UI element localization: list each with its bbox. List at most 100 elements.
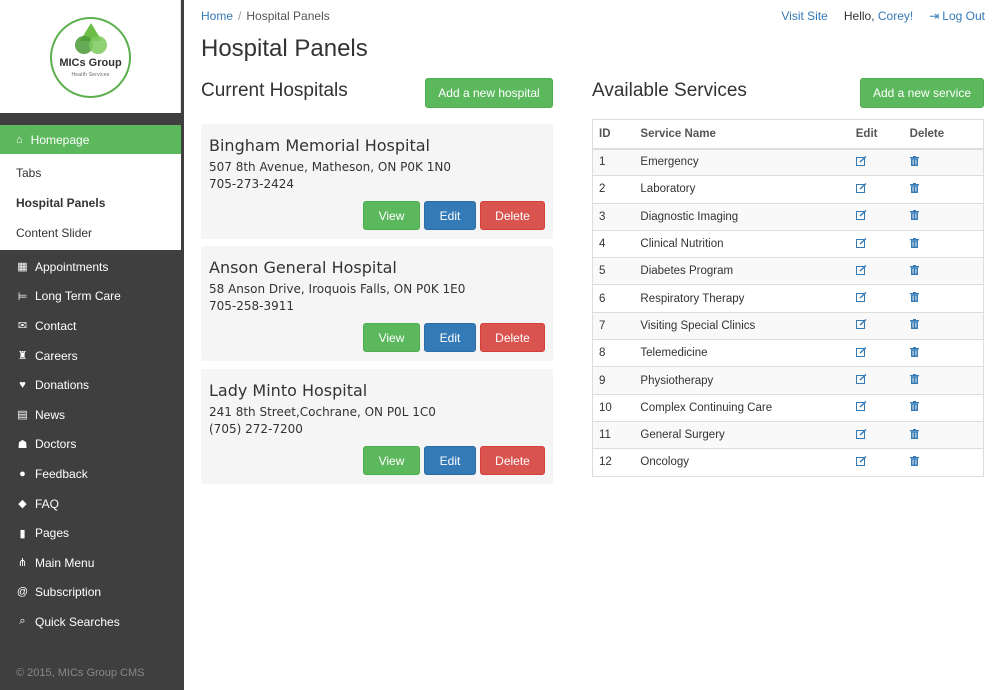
edit-cell	[849, 284, 904, 313]
edit-cell	[849, 257, 904, 285]
view-hospital-button[interactable]: View	[363, 201, 420, 230]
at-icon: @	[16, 586, 29, 599]
trash-icon[interactable]	[909, 182, 919, 196]
sidebar-item-subscription[interactable]: @ Subscription	[0, 578, 184, 608]
edit-icon[interactable]	[855, 455, 867, 469]
sidebar: MICs Group Health Services ⌂ Homepage Ta…	[0, 0, 184, 690]
logo[interactable]: MICs Group Health Services	[50, 17, 131, 98]
column-header-edit: Edit	[849, 119, 904, 150]
trash-icon[interactable]	[909, 237, 919, 251]
edit-icon[interactable]	[855, 346, 867, 360]
hospital-name: Lady Minto Hospital	[209, 381, 368, 400]
logout-link[interactable]: ⇥ Log Out	[929, 9, 985, 23]
trash-icon[interactable]	[909, 455, 919, 469]
edit-hospital-button[interactable]: Edit	[424, 201, 476, 230]
edit-icon[interactable]	[855, 292, 867, 305]
delete-hospital-button[interactable]: Delete	[480, 201, 545, 230]
sidebar-item-quick-searches[interactable]: ⌕ Quick Searches	[0, 607, 184, 637]
service-id: 6	[592, 284, 635, 313]
visit-site-link[interactable]: Visit Site	[781, 9, 827, 23]
edit-icon[interactable]	[855, 264, 867, 278]
sidebar-item-feedback[interactable]: ● Feedback	[0, 459, 184, 489]
sidebar-item-label: Feedback	[35, 466, 88, 481]
breadcrumb-separator: /	[238, 9, 242, 23]
sidebar-item-main-menu[interactable]: ⋔ Main Menu	[0, 548, 184, 578]
edit-icon[interactable]	[855, 210, 867, 223]
edit-cell	[849, 366, 904, 395]
service-id: 8	[592, 339, 635, 367]
edit-icon[interactable]	[855, 182, 867, 196]
service-id: 10	[592, 393, 635, 422]
add-service-button[interactable]: Add a new service	[860, 78, 984, 108]
edit-icon[interactable]	[855, 155, 867, 169]
table-row: 7 Visiting Special Clinics	[592, 311, 984, 340]
delete-cell	[903, 284, 984, 313]
table-row: 10 Complex Continuing Care	[592, 393, 984, 422]
edit-hospital-button[interactable]: Edit	[424, 323, 476, 352]
trash-icon[interactable]	[909, 374, 919, 387]
sidebar-item-homepage[interactable]: ⌂ Homepage	[0, 125, 181, 154]
trash-icon[interactable]	[909, 319, 919, 332]
service-id: 5	[592, 257, 635, 285]
edit-cell	[849, 448, 904, 477]
sidebar-item-donations[interactable]: ♥ Donations	[0, 370, 184, 400]
subnav-item-tabs[interactable]: Tabs	[0, 158, 181, 188]
service-name: Clinical Nutrition	[634, 229, 850, 258]
edit-icon[interactable]	[855, 373, 867, 387]
view-hospital-button[interactable]: View	[363, 323, 420, 352]
edit-cell	[849, 175, 904, 204]
edit-icon[interactable]	[855, 401, 867, 414]
services-table: ID Service Name Edit Delete 1 Emergency 2 L…	[592, 119, 984, 477]
sidebar-item-label: FAQ	[35, 496, 60, 511]
user-link[interactable]: Corey!	[878, 9, 913, 23]
sidebar-item-label: Donations	[35, 378, 90, 393]
add-hospital-button[interactable]: Add a new hospital	[425, 78, 553, 108]
hospital-name: Bingham Memorial Hospital	[209, 136, 430, 155]
trash-icon[interactable]	[909, 346, 919, 360]
hospital-actions: View Edit Delete	[363, 201, 545, 230]
sitemap-icon: ⋔	[17, 557, 28, 570]
bed-icon: ⊨	[17, 290, 28, 303]
sidebar-item-appointments[interactable]: ▦ Appointments	[0, 252, 184, 282]
sidebar-item-news[interactable]: ▤ News	[0, 400, 184, 430]
edit-hospital-button[interactable]: Edit	[424, 446, 476, 475]
table-row: 5 Diabetes Program	[592, 257, 984, 285]
sidebar-item-doctors[interactable]: ☗ Doctors	[0, 430, 184, 460]
trash-icon[interactable]	[909, 292, 919, 305]
subnav-item-hospital-panels[interactable]: Hospital Panels	[0, 188, 181, 218]
hospital-actions: View Edit Delete	[363, 323, 545, 352]
sidebar-item-faq[interactable]: ◆ FAQ	[0, 489, 184, 519]
delete-hospital-button[interactable]: Delete	[480, 323, 545, 352]
hospital-name: Anson General Hospital	[209, 258, 397, 277]
hospital-card: Anson General Hospital 58 Anson Drive, Ir…	[201, 246, 553, 361]
sidebar-item-contact[interactable]: ✉ Contact	[0, 311, 184, 341]
edit-icon[interactable]	[855, 428, 867, 442]
hospital-phone: 705-258-3911	[209, 299, 295, 313]
edit-icon[interactable]	[855, 237, 867, 251]
newspaper-icon: ▤	[17, 409, 28, 422]
graduation-cap-icon: ♜	[17, 350, 28, 363]
edit-cell	[849, 393, 904, 422]
trash-icon[interactable]	[909, 264, 919, 278]
sidebar-item-long-term-care[interactable]: ⊨ Long Term Care	[0, 282, 184, 312]
sidebar-item-label: News	[35, 407, 66, 422]
delete-cell	[903, 147, 984, 176]
sidebar-item-label: Homepage	[30, 132, 90, 147]
delete-cell	[903, 420, 984, 449]
edit-icon[interactable]	[855, 319, 867, 332]
trash-icon[interactable]	[909, 155, 919, 169]
service-name: Diagnostic Imaging	[634, 202, 850, 231]
service-id: 1	[592, 147, 635, 176]
view-hospital-button[interactable]: View	[363, 446, 420, 475]
trash-icon[interactable]	[909, 428, 919, 442]
sidebar-nav: ▦ Appointments ⊨ Long Term Care ✉ Contact ♜ Car…	[0, 252, 184, 637]
breadcrumb-home-link[interactable]: Home	[201, 9, 233, 23]
delete-hospital-button[interactable]: Delete	[480, 446, 545, 475]
trash-icon[interactable]	[909, 401, 919, 414]
subnav-item-content-slider[interactable]: Content Slider	[0, 218, 181, 248]
sidebar-item-label: Quick Searches	[35, 614, 120, 629]
sidebar-item-pages[interactable]: ▮ Pages	[0, 518, 184, 548]
hospital-address: 507 8th Avenue, Matheson, ON P0K 1N0	[209, 160, 451, 174]
trash-icon[interactable]	[909, 210, 919, 223]
sidebar-item-careers[interactable]: ♜ Careers	[0, 341, 184, 371]
